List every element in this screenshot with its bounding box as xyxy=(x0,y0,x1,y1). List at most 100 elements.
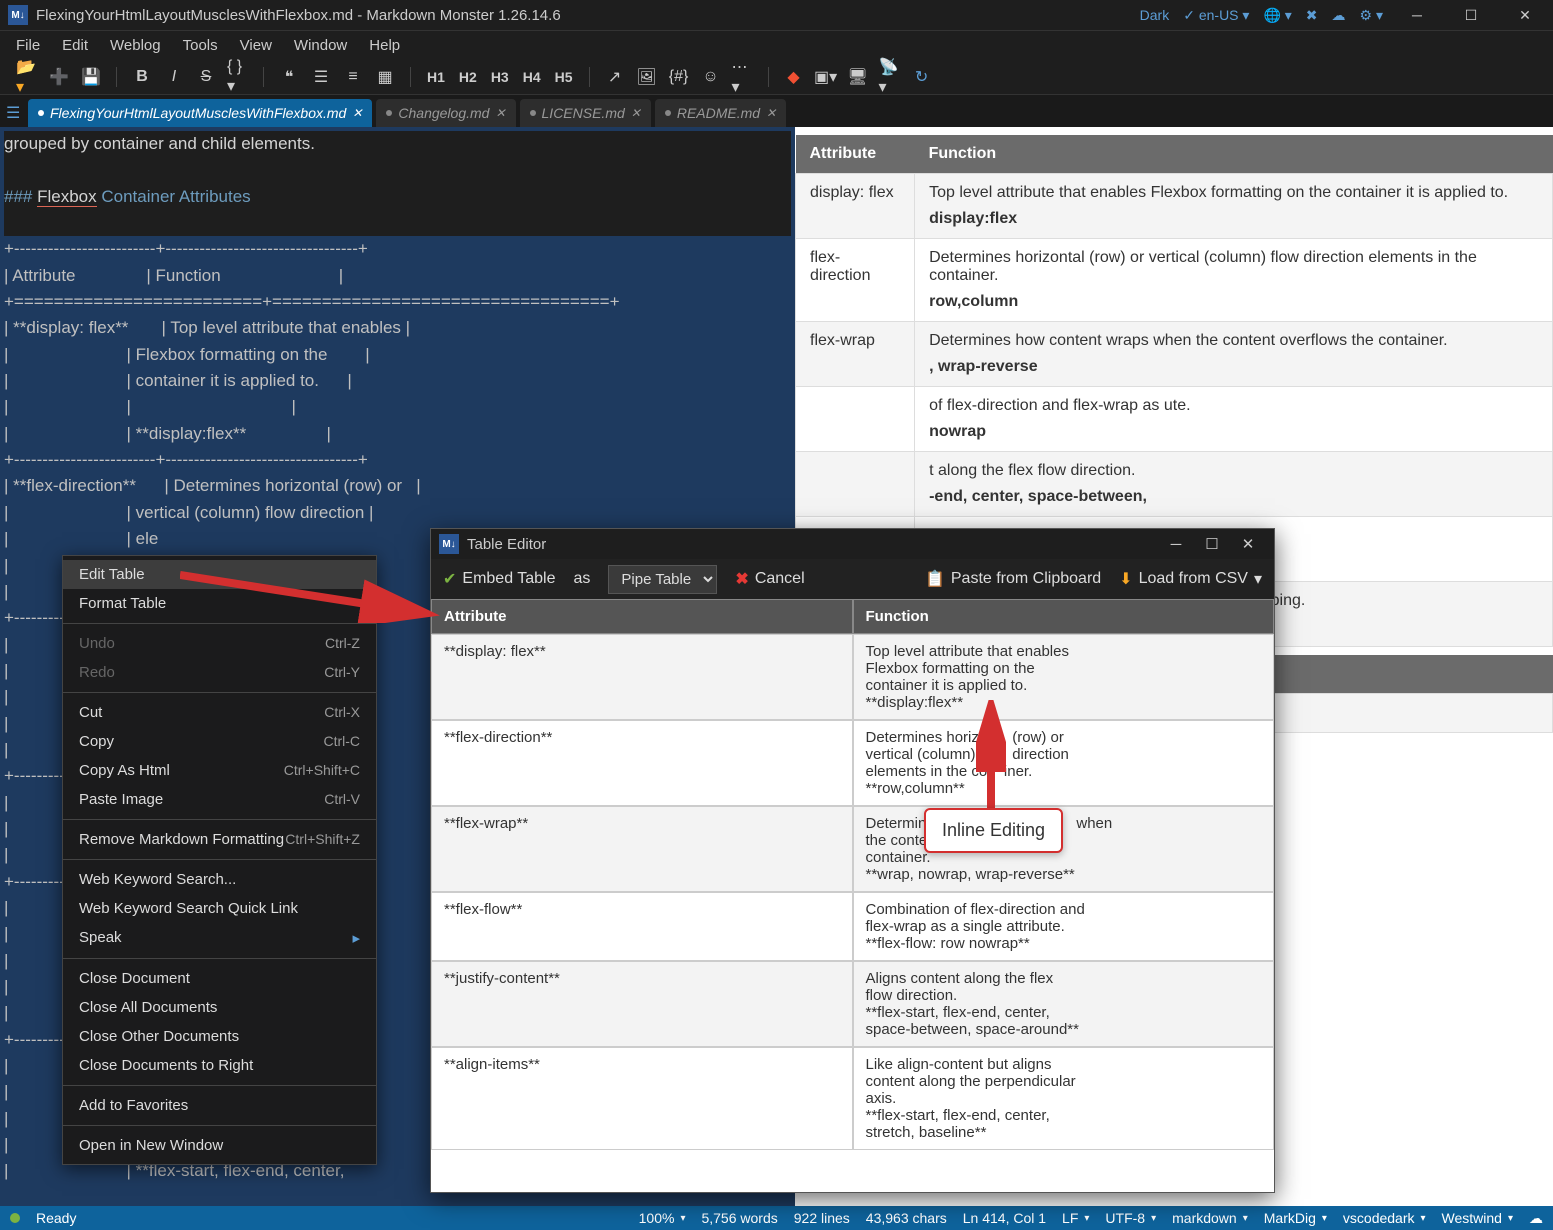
link-icon[interactable]: ↗ xyxy=(604,66,626,88)
quote-icon[interactable]: ❝ xyxy=(278,66,300,88)
cm-web-search-quick[interactable]: Web Keyword Search Quick Link xyxy=(63,894,376,923)
grid-cell[interactable]: **justify-content** xyxy=(431,961,853,1047)
cm-open-new[interactable]: Open in New Window xyxy=(63,1131,376,1160)
menu-help[interactable]: Help xyxy=(359,33,410,58)
cm-paste-image[interactable]: Paste ImageCtrl-V xyxy=(63,785,376,814)
grid-cell[interactable]: **display: flex** xyxy=(431,634,853,720)
tab-close-icon[interactable]: ✕ xyxy=(631,106,641,120)
open-icon[interactable]: 📂▾ xyxy=(16,66,38,88)
dialog-maximize[interactable]: ☐ xyxy=(1194,532,1230,556)
lang-selector[interactable]: ✓ en-US ▾ xyxy=(1183,7,1249,24)
status-cloud-icon[interactable]: ☁ xyxy=(1529,1210,1543,1227)
emoji-icon[interactable]: ☺ xyxy=(700,66,722,88)
menu-window[interactable]: Window xyxy=(284,33,357,58)
grid-cell[interactable]: **align-items** xyxy=(431,1047,853,1150)
tab-readme[interactable]: README.md ✕ xyxy=(655,99,786,127)
strike-icon[interactable]: S xyxy=(195,66,217,88)
dialog-close[interactable]: ✕ xyxy=(1230,532,1266,556)
h1-button[interactable]: H1 xyxy=(425,69,447,85)
grid-cell[interactable]: Determin when the content overflows the … xyxy=(853,806,1275,892)
menu-edit[interactable]: Edit xyxy=(52,33,98,58)
grid-cell[interactable]: Like align-content but aligns content al… xyxy=(853,1047,1275,1150)
embed-table-button[interactable]: ✔Embed Table xyxy=(443,569,556,589)
status-eol[interactable]: LF xyxy=(1062,1210,1089,1226)
image-icon[interactable]: 🖼 xyxy=(636,66,658,88)
tab-dirty-icon xyxy=(386,110,392,116)
grid-cell[interactable]: **flex-direction** xyxy=(431,720,853,806)
cm-close-other[interactable]: Close Other Documents xyxy=(63,1022,376,1051)
ext-icon-2[interactable]: ☁ xyxy=(1332,7,1346,24)
grid-cell[interactable]: **flex-flow** xyxy=(431,892,853,961)
status-encoding[interactable]: UTF-8 xyxy=(1105,1210,1156,1226)
tab-label: README.md xyxy=(677,105,760,121)
rss-icon[interactable]: 📡▾ xyxy=(879,66,901,88)
tab-changelog[interactable]: Changelog.md ✕ xyxy=(376,99,515,127)
cm-cut[interactable]: CutCtrl-X xyxy=(63,698,376,727)
tab-license[interactable]: LICENSE.md ✕ xyxy=(520,99,651,127)
new-icon[interactable]: ➕ xyxy=(48,66,70,88)
tab-close-icon[interactable]: ✕ xyxy=(352,106,362,120)
paste-clipboard-button[interactable]: 📋Paste from Clipboard xyxy=(925,569,1101,589)
grid-header-attr[interactable]: Attribute xyxy=(431,599,853,634)
git-icon[interactable]: ◆ xyxy=(783,66,805,88)
grid-cell[interactable]: Determines horizo (row) or vertical (col… xyxy=(853,720,1275,806)
h4-button[interactable]: H4 xyxy=(521,69,543,85)
minimize-button[interactable]: ─ xyxy=(1397,2,1437,28)
dialog-grid[interactable]: Attribute Function **display: flex** Top… xyxy=(431,599,1274,1150)
cm-close-doc[interactable]: Close Document xyxy=(63,964,376,993)
settings-icon[interactable]: ⚙ ▾ xyxy=(1360,7,1383,24)
cm-copy[interactable]: CopyCtrl-C xyxy=(63,727,376,756)
cancel-button[interactable]: ✖Cancel xyxy=(735,569,804,589)
menu-tools[interactable]: Tools xyxy=(173,33,228,58)
h3-button[interactable]: H3 xyxy=(489,69,511,85)
tab-flexbox[interactable]: FlexingYourHtmlLayoutMusclesWithFlexbox.… xyxy=(28,99,372,127)
italic-icon[interactable]: I xyxy=(163,66,185,88)
dialog-titlebar[interactable]: M↓ Table Editor ─ ☐ ✕ xyxy=(431,529,1274,559)
tab-close-icon[interactable]: ✕ xyxy=(495,106,505,120)
tab-menu-icon[interactable]: ☰ xyxy=(6,103,20,123)
browser-icon[interactable]: ▣▾ xyxy=(815,66,837,88)
cm-close-right[interactable]: Close Documents to Right xyxy=(63,1051,376,1080)
menu-view[interactable]: View xyxy=(230,33,282,58)
table-mode-select[interactable]: Pipe Table xyxy=(608,565,717,594)
monitor-icon[interactable]: 🖥 xyxy=(847,66,869,88)
maximize-button[interactable]: ☐ xyxy=(1451,2,1491,28)
table-icon[interactable]: ▦ xyxy=(374,66,396,88)
globe-icon[interactable]: 🌐 ▾ xyxy=(1263,7,1291,24)
dialog-minimize[interactable]: ─ xyxy=(1158,532,1194,556)
status-zoom[interactable]: 100% xyxy=(639,1210,686,1226)
cm-close-all[interactable]: Close All Documents xyxy=(63,993,376,1022)
numlist-icon[interactable]: ≡ xyxy=(342,66,364,88)
theme-selector[interactable]: Dark xyxy=(1140,7,1170,23)
special-icon[interactable]: {#} xyxy=(668,66,690,88)
close-button[interactable]: ✕ xyxy=(1505,2,1545,28)
cm-remove-md[interactable]: Remove Markdown FormattingCtrl+Shift+Z xyxy=(63,825,376,854)
refresh-icon[interactable]: ↻ xyxy=(911,66,933,88)
grid-cell[interactable]: Aligns content along the flex flow direc… xyxy=(853,961,1275,1047)
list-icon[interactable]: ☰ xyxy=(310,66,332,88)
h2-button[interactable]: H2 xyxy=(457,69,479,85)
status-parser[interactable]: MarkDig xyxy=(1264,1210,1327,1226)
tab-close-icon[interactable]: ✕ xyxy=(766,106,776,120)
code-icon[interactable]: { }▾ xyxy=(227,66,249,88)
cm-speak[interactable]: Speak▸ xyxy=(63,923,376,953)
grid-cell[interactable]: Top level attribute that enables Flexbox… xyxy=(853,634,1275,720)
load-csv-button[interactable]: ⬇Load from CSV▾ xyxy=(1119,569,1262,589)
grid-header-func[interactable]: Function xyxy=(853,599,1275,634)
cm-web-search[interactable]: Web Keyword Search... xyxy=(63,865,376,894)
status-user[interactable]: Westwind xyxy=(1442,1210,1513,1226)
grid-cell[interactable]: **flex-wrap** xyxy=(431,806,853,892)
more-icon[interactable]: ⋯▾ xyxy=(732,66,754,88)
cm-add-fav[interactable]: Add to Favorites xyxy=(63,1091,376,1120)
bold-icon[interactable]: B xyxy=(131,66,153,88)
status-pos[interactable]: Ln 414, Col 1 xyxy=(963,1210,1046,1226)
menu-file[interactable]: File xyxy=(6,33,50,58)
cm-copy-html[interactable]: Copy As HtmlCtrl+Shift+C xyxy=(63,756,376,785)
menu-weblog[interactable]: Weblog xyxy=(100,33,171,58)
h5-button[interactable]: H5 xyxy=(553,69,575,85)
grid-cell[interactable]: Combination of flex-direction and flex-w… xyxy=(853,892,1275,961)
status-syntax[interactable]: markdown xyxy=(1172,1210,1248,1226)
ext-icon-1[interactable]: ✖ xyxy=(1306,7,1318,24)
status-theme[interactable]: vscodedark xyxy=(1343,1210,1426,1226)
save-icon[interactable]: 💾 xyxy=(80,66,102,88)
